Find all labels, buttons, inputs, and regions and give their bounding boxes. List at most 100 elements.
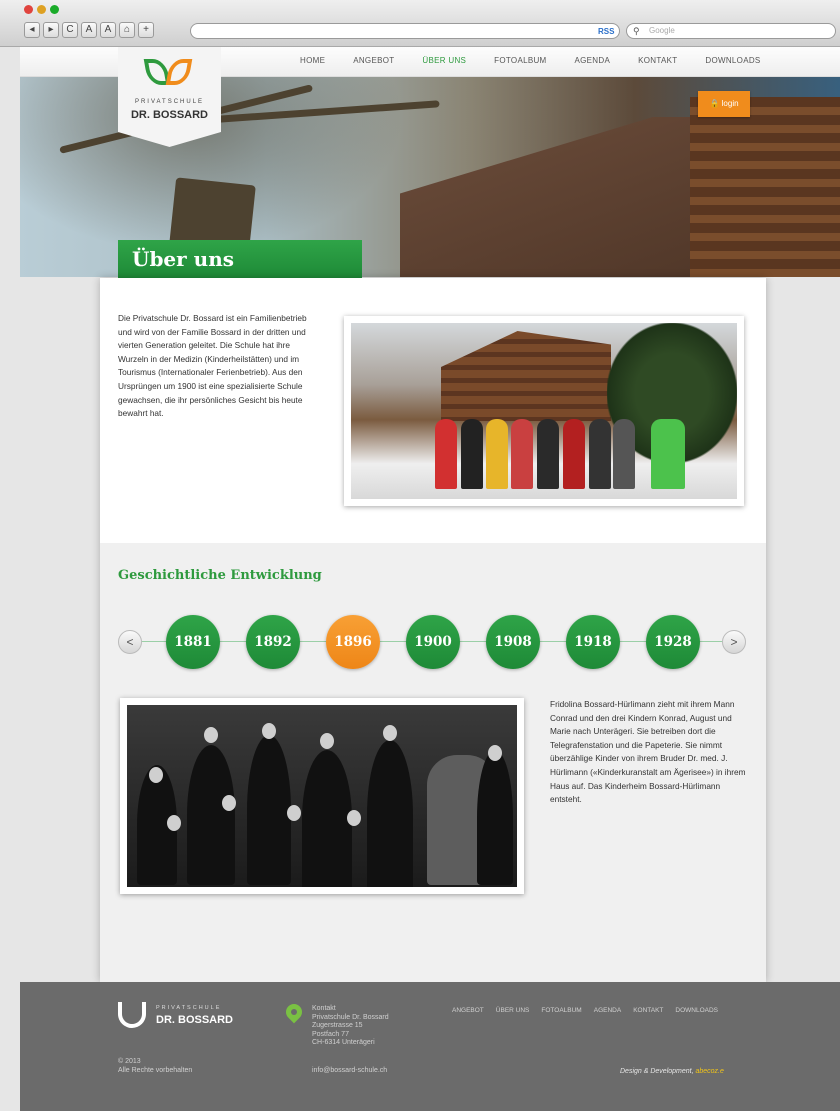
photo-person (486, 419, 508, 489)
photo-face (287, 805, 301, 821)
year-1881[interactable]: 1881 (166, 615, 220, 669)
contact-line: Zugerstrasse 15 (312, 1022, 363, 1029)
photo-person (367, 740, 413, 887)
footer-nav-angebot[interactable]: ANGEBOT (452, 1007, 484, 1014)
ski-group-image (351, 323, 737, 499)
contact-line: Postfach 77 (312, 1030, 349, 1038)
timeline-prev-button[interactable]: < (118, 630, 142, 654)
hero-chalet (690, 97, 840, 277)
photo-face (320, 733, 334, 749)
footer-logo[interactable]: PRIVATSCHULE DR. BOSSARD (118, 1002, 258, 1032)
year-1892[interactable]: 1892 (246, 615, 300, 669)
footer-logo-subtitle: PRIVATSCHULE (156, 1005, 222, 1011)
nav-fotoalbum[interactable]: FOTOALBUM (494, 56, 546, 65)
history-title: Geschichtliche Entwicklung (118, 568, 322, 583)
footer-contact: Kontakt Privatschule Dr. Bossard Zugerst… (312, 1005, 389, 1048)
year-1908[interactable]: 1908 (486, 615, 540, 669)
history-text: Fridolina Bossard-Hürlimann zieht mit ih… (550, 699, 746, 805)
photo-person (435, 419, 457, 489)
group-photo (344, 316, 744, 506)
photo-face (167, 815, 181, 831)
address-bar[interactable] (190, 23, 620, 39)
year-1918[interactable]: 1918 (566, 615, 620, 669)
footer-logo-icon (118, 1002, 146, 1028)
footer-nav-fotoalbum[interactable]: FOTOALBUM (541, 1007, 581, 1014)
photo-house (441, 331, 611, 421)
copyright: © 2013 Alle Rechte vorbehalten (118, 1057, 192, 1075)
contact-line: CH-6314 Unterägeri (312, 1039, 375, 1046)
page-title: Über uns (118, 240, 362, 278)
browser-toolbar: ◂ ▸ C A A ⌂ + RSS ⚲ Google (0, 0, 840, 47)
login-label: login (721, 99, 739, 108)
nav-downloads[interactable]: DOWNLOADS (705, 56, 760, 65)
historic-family-image (127, 705, 517, 887)
photo-person (247, 735, 291, 885)
home-button[interactable]: ⌂ (119, 22, 135, 38)
year-1928[interactable]: 1928 (646, 615, 700, 669)
photo-person (511, 419, 533, 489)
close-icon[interactable] (24, 5, 33, 14)
footer-menu: ANGEBOT ÜBER UNS FOTOALBUM AGENDA KONTAK… (452, 1007, 718, 1014)
photo-person (477, 750, 513, 885)
logo-name: DR. BOSSARD (130, 109, 208, 121)
login-button[interactable]: 🔒 login (698, 91, 750, 117)
search-input[interactable]: ⚲ Google (626, 23, 836, 39)
minimize-icon[interactable] (37, 5, 46, 14)
text-larger-button[interactable]: A (100, 22, 116, 38)
main-menu: HOME ANGEBOT ÜBER UNS FOTOALBUM AGENDA K… (300, 56, 761, 65)
photo-face (262, 723, 276, 739)
location-pin-icon (282, 1000, 306, 1024)
footer: PRIVATSCHULE DR. BOSSARD © 2013 Alle Rec… (20, 982, 840, 1111)
nav-ueber-uns[interactable]: ÜBER UNS (422, 56, 466, 65)
photo-face (149, 767, 163, 783)
photo-face (488, 745, 502, 761)
year-1896[interactable]: 1896 (326, 615, 380, 669)
year-1900[interactable]: 1900 (406, 615, 460, 669)
photo-person (302, 750, 352, 887)
nav-agenda[interactable]: AGENDA (575, 56, 611, 65)
search-placeholder: Google (649, 26, 675, 35)
reload-button[interactable]: C (62, 22, 78, 38)
historic-photo (120, 698, 524, 894)
main-content: Die Privatschule Dr. Bossard ist ein Fam… (100, 278, 766, 982)
photo-person (537, 419, 559, 489)
text-smaller-button[interactable]: A (81, 22, 97, 38)
design-credit: Design & Development, abecoz.e (620, 1068, 724, 1075)
logo-leaf-orange-icon (165, 59, 193, 85)
photo-face (204, 727, 218, 743)
nav-kontakt[interactable]: KONTAKT (638, 56, 677, 65)
photo-face (383, 725, 397, 741)
forward-button[interactable]: ▸ (43, 22, 59, 38)
footer-logo-name: DR. BOSSARD (156, 1014, 234, 1026)
nav-home[interactable]: HOME (300, 56, 325, 65)
zoom-icon[interactable] (50, 5, 59, 14)
footer-nav-downloads[interactable]: DOWNLOADS (675, 1007, 718, 1014)
contact-heading: Kontakt (312, 1005, 336, 1012)
rss-icon[interactable]: RSS (598, 27, 614, 36)
browser-nav-buttons: ◂ ▸ C A A ⌂ + (24, 22, 154, 38)
photo-person (187, 745, 235, 885)
timeline: < 1881 1892 1896 1900 1908 1918 1928 > (118, 615, 748, 669)
footer-nav-kontakt[interactable]: KONTAKT (633, 1007, 663, 1014)
design-agency-link[interactable]: abecoz.e (695, 1068, 723, 1075)
footer-nav-agenda[interactable]: AGENDA (594, 1007, 621, 1014)
photo-face (347, 810, 361, 826)
photo-face (222, 795, 236, 811)
copyright-rights: Alle Rechte vorbehalten (118, 1067, 193, 1074)
photo-person (651, 419, 685, 489)
new-tab-button[interactable]: + (138, 22, 154, 38)
timeline-next-button[interactable]: > (722, 630, 746, 654)
school-logo[interactable]: PRIVATSCHULE DR. BOSSARD (118, 47, 221, 147)
photo-person (589, 419, 611, 489)
search-icon: ⚲ (633, 26, 640, 36)
photo-person (613, 419, 635, 489)
footer-nav-ueber-uns[interactable]: ÜBER UNS (496, 1007, 530, 1014)
copyright-year: © 2013 (118, 1058, 141, 1065)
back-button[interactable]: ◂ (24, 22, 40, 38)
photo-person (461, 419, 483, 489)
nav-angebot[interactable]: ANGEBOT (353, 56, 394, 65)
footer-email-link[interactable]: info@bossard-schule.ch (312, 1067, 387, 1074)
contact-line: Privatschule Dr. Bossard (312, 1013, 389, 1021)
window-controls (24, 5, 59, 14)
photo-person (563, 419, 585, 489)
